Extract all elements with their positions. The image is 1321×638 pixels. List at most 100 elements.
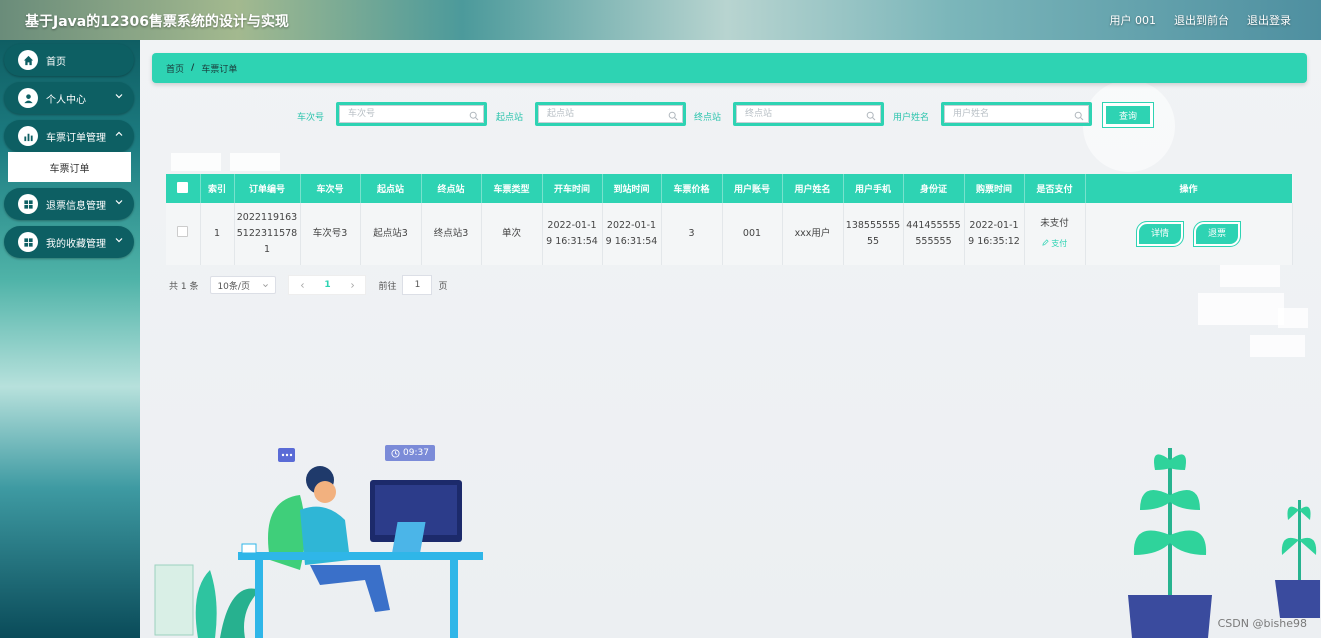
prev-page-icon[interactable] (299, 282, 306, 289)
goto-page-input[interactable]: 1 (402, 275, 433, 295)
sidebar-item-label: 退票信息管理 (46, 200, 106, 212)
office-illustration (154, 448, 483, 638)
paid-status-text: 未支付 (1040, 218, 1069, 229)
user-icon (18, 88, 38, 108)
sidebar-item-favorites[interactable]: 我的收藏管理 (4, 226, 134, 258)
from-station-field[interactable] (535, 102, 686, 126)
to-station-cell: 终点站3 (421, 203, 482, 265)
to-station-label: 终点站 (694, 113, 722, 123)
page-size-value: 10条/页 (217, 281, 250, 292)
chevron-down-icon (115, 200, 123, 205)
buy-time-cell: 2022-01-19 16:35:12 (964, 203, 1025, 265)
search-icon (668, 111, 678, 121)
from-station-input[interactable] (538, 105, 683, 123)
id-card-cell: 441455555555555 (903, 203, 965, 265)
bar-chart-icon (18, 126, 38, 146)
row-select-cell[interactable] (166, 203, 201, 265)
pay-link-label: 支付 (1051, 239, 1068, 248)
column-header: 索引 (200, 174, 235, 203)
decor-block (171, 153, 221, 171)
time-badge-value: 09:37 (403, 448, 429, 458)
table-header-row: 索引 订单编号 车次号 起点站 终点站 车票类型 开车时间 到站时间 车票价格 … (166, 174, 1293, 203)
chevron-down-icon (115, 94, 123, 99)
phone-cell: 13855555555 (843, 203, 904, 265)
user-name-label: 用户姓名 (893, 113, 930, 123)
price-cell: 3 (661, 203, 723, 265)
to-station-field[interactable] (733, 102, 884, 126)
column-header: 用户姓名 (782, 174, 844, 203)
column-header: 身份证 (903, 174, 965, 203)
back-to-frontend-link[interactable]: 退出到前台 (1174, 12, 1229, 28)
depart-time-cell: 2022-01-19 16:31:54 (542, 203, 603, 265)
column-header: 终点站 (421, 174, 482, 203)
watermark: CSDN @bishe98 (1217, 617, 1307, 630)
logout-link[interactable]: 退出登录 (1247, 12, 1291, 28)
clock-icon (391, 448, 400, 458)
train-no-input[interactable] (339, 105, 484, 123)
edit-icon (1042, 239, 1049, 246)
user-name-field[interactable] (941, 102, 1092, 126)
index-cell: 1 (200, 203, 235, 265)
breadcrumb-separator: / (191, 63, 195, 73)
current-page[interactable]: 1 (324, 280, 330, 290)
search-icon (469, 111, 479, 121)
pay-link[interactable]: 支付 (1027, 236, 1083, 252)
total-count: 共 1 条 (169, 281, 199, 292)
train-no-field[interactable] (336, 102, 487, 126)
column-header: 车次号 (300, 174, 361, 203)
next-page-icon[interactable] (349, 282, 356, 289)
column-header: 车票价格 (661, 174, 723, 203)
chevron-down-icon (263, 283, 269, 287)
to-station-input[interactable] (736, 105, 881, 123)
current-user-link[interactable]: 用户 001 (1110, 12, 1157, 28)
column-header: 起点站 (360, 174, 422, 203)
column-header: 操作 (1085, 174, 1293, 203)
pagination: 共 1 条 10条/页 1 前往 1 页 (169, 275, 447, 295)
breadcrumb: 首页 / 车票订单 (152, 53, 1307, 83)
sidebar-item-label: 个人中心 (46, 94, 86, 106)
sidebar-item-label: 我的收藏管理 (46, 238, 106, 250)
page-size-select[interactable]: 10条/页 (210, 276, 277, 294)
paid-status-cell: 未支付 支付 (1024, 203, 1086, 265)
sidebar-item-label: 车票订单管理 (46, 132, 106, 144)
detail-button[interactable]: 详情 (1135, 221, 1184, 247)
column-header: 开车时间 (542, 174, 603, 203)
sidebar-subitem-ticket-order[interactable]: 车票订单 (8, 152, 131, 182)
column-header: 到站时间 (602, 174, 662, 203)
page-suffix: 页 (438, 281, 448, 292)
sidebar-item-label: 首页 (46, 56, 66, 68)
query-button[interactable]: 查询 (1102, 102, 1154, 128)
decor-block (1220, 265, 1280, 287)
column-header: 订单编号 (234, 174, 301, 203)
train-no-label: 车次号 (297, 113, 325, 123)
chevron-up-icon (115, 131, 123, 136)
breadcrumb-home[interactable]: 首页 (166, 62, 184, 75)
orders-table: 索引 订单编号 车次号 起点站 终点站 车票类型 开车时间 到站时间 车票价格 … (166, 174, 1293, 265)
plant-illustration (1128, 448, 1320, 638)
sidebar-item-home[interactable]: 首页 (4, 44, 134, 76)
user-name-input[interactable] (944, 105, 1089, 123)
decor-block (1250, 335, 1305, 357)
sidebar-item-ticket-orders[interactable]: 车票订单管理 (4, 120, 134, 152)
column-header: 用户账号 (722, 174, 783, 203)
row-checkbox[interactable] (177, 225, 189, 237)
decor-block (230, 153, 280, 171)
grid-icon (18, 232, 38, 252)
select-all-checkbox[interactable] (177, 181, 189, 193)
sidebar-item-profile[interactable]: 个人中心 (4, 82, 134, 114)
column-header: 用户手机 (843, 174, 904, 203)
user-name-cell: xxx用户 (782, 203, 844, 265)
from-station-cell: 起点站3 (360, 203, 422, 265)
refund-button[interactable]: 退票 (1193, 221, 1242, 247)
column-header: 购票时间 (964, 174, 1025, 203)
arrive-time-cell: 2022-01-19 16:31:54 (602, 203, 662, 265)
select-all-header[interactable] (166, 174, 201, 203)
decor-block (1198, 293, 1284, 325)
header-links: 用户 001 退出到前台 退出登录 (1110, 12, 1292, 28)
actions-cell: 详情 退票 (1085, 203, 1293, 265)
sidebar-item-refunds[interactable]: 退票信息管理 (4, 188, 134, 220)
column-header: 是否支付 (1024, 174, 1086, 203)
ticket-type-cell: 单次 (481, 203, 543, 265)
decor-block (1278, 308, 1308, 328)
site-title: 基于Java的12306售票系统的设计与实现 (25, 14, 289, 30)
